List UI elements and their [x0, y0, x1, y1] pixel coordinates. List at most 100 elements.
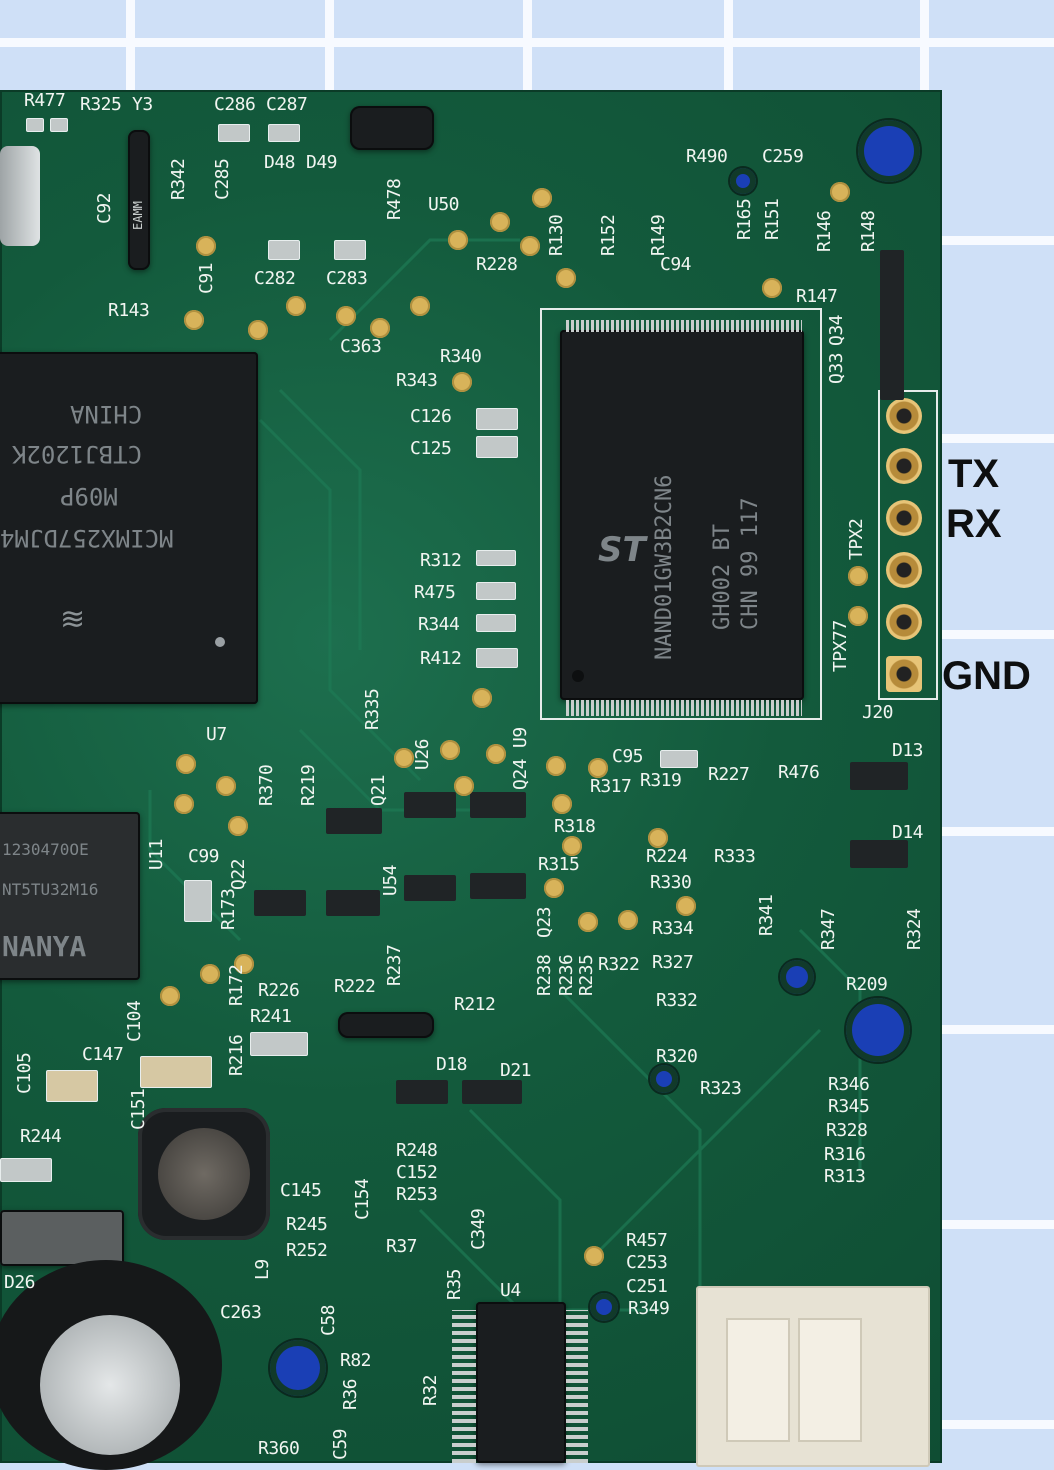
- silk-label: R236: [556, 954, 577, 996]
- header-outline: [878, 390, 938, 700]
- silk-label: R226: [258, 980, 300, 1001]
- silk-label: C263: [220, 1302, 262, 1323]
- photo-stage: CHINA CTBJ1202K M09P MCIMX257DJM4 ≋ NAND…: [0, 0, 1054, 1470]
- header-pin: [886, 552, 922, 588]
- via: [216, 776, 236, 796]
- via: [486, 744, 506, 764]
- inductor-core: [158, 1128, 250, 1220]
- smd-pad: [0, 1158, 52, 1182]
- logo-icon: ≋: [60, 602, 86, 637]
- silk-label: C287: [266, 94, 308, 115]
- silk-label: R349: [628, 1298, 670, 1319]
- silk-label: C145: [280, 1180, 322, 1201]
- silk-label: R323: [700, 1078, 742, 1099]
- silk-label: R327: [652, 952, 694, 973]
- dram-line: NANYA: [2, 930, 87, 963]
- silk-label: R345: [828, 1096, 870, 1117]
- smd-pad: [476, 550, 516, 566]
- silk-label: R228: [476, 254, 518, 275]
- via: [184, 310, 204, 330]
- via-hole: [590, 1293, 618, 1321]
- capacitor-top: [40, 1315, 180, 1455]
- header-pin: [886, 500, 922, 536]
- smd-pad: [660, 750, 698, 768]
- smd-pad: [268, 124, 300, 142]
- silk-label: R332: [656, 990, 698, 1011]
- silk-label: D26: [4, 1272, 36, 1293]
- silk-label: R343: [396, 370, 438, 391]
- silk-label: R342: [168, 158, 189, 200]
- via: [160, 986, 180, 1006]
- silk-label: C58: [318, 1304, 339, 1336]
- transistor: [470, 792, 526, 818]
- transistor: [396, 1080, 448, 1104]
- silk-label: R346: [828, 1074, 870, 1095]
- silk-label: C283: [326, 268, 368, 289]
- silk-label: R248: [396, 1140, 438, 1161]
- transistor: [404, 875, 456, 901]
- silk-label: R241: [250, 1006, 292, 1027]
- header-pin: [886, 604, 922, 640]
- via: [546, 756, 566, 776]
- silk-label: Q33: [826, 352, 847, 384]
- silk-label: R330: [650, 872, 692, 893]
- silk-label: R312: [420, 550, 462, 571]
- silk-label: D18: [436, 1054, 468, 1075]
- via: [520, 236, 540, 256]
- silk-label: R335: [362, 688, 383, 730]
- silk-label: R224: [646, 846, 688, 867]
- pin1-dot: [215, 637, 225, 647]
- silk-label: R475: [414, 582, 456, 603]
- silk-label: R316: [824, 1144, 866, 1165]
- via: [848, 606, 868, 626]
- silk-label: D49: [306, 152, 338, 173]
- silk-label: C91: [196, 262, 217, 294]
- diode: [350, 106, 434, 150]
- silk-label: R478: [384, 178, 405, 220]
- silk-label: C286: [214, 94, 256, 115]
- via: [532, 188, 552, 208]
- diode-large: [0, 1210, 124, 1266]
- smd-pad: [46, 1070, 98, 1102]
- silk-label: R245: [286, 1214, 328, 1235]
- u4-leads: [566, 1310, 588, 1463]
- via: [648, 828, 668, 848]
- tx-pin-label: TX: [948, 452, 1000, 496]
- silk-label: R219: [298, 764, 319, 806]
- smd-pad: [476, 582, 516, 600]
- via-hole: [730, 168, 756, 194]
- mounting-hole: [846, 998, 910, 1062]
- transistor: [850, 840, 908, 868]
- silk-label: R238: [534, 954, 555, 996]
- via: [618, 910, 638, 930]
- silk-label: R237: [384, 944, 405, 986]
- silk-label: R313: [824, 1166, 866, 1187]
- silk-label: C349: [468, 1208, 489, 1250]
- silk-label: R341: [756, 894, 777, 936]
- via-hole: [650, 1065, 678, 1093]
- via: [490, 212, 510, 232]
- silk-label: R235: [576, 954, 597, 996]
- silk-label: R340: [440, 346, 482, 367]
- cpu-chip: CHINA CTBJ1202K M09P MCIMX257DJM4 ≋: [0, 352, 258, 704]
- silk-label: R333: [714, 846, 756, 867]
- silk-label: R151: [762, 198, 783, 240]
- via: [228, 816, 248, 836]
- silk-label: R490: [686, 146, 728, 167]
- diode: [338, 1012, 434, 1038]
- silk-label: C92: [94, 192, 115, 224]
- mounting-hole: [858, 120, 920, 182]
- cpu-line: CHINA: [70, 400, 143, 428]
- smd-pad: [184, 880, 212, 922]
- smd-pad: [140, 1056, 212, 1088]
- smd-pad: [26, 118, 44, 132]
- silk-label: R36: [340, 1378, 361, 1410]
- mounting-hole: [270, 1340, 326, 1396]
- silk-label: Q34: [826, 314, 847, 346]
- silk-label: D14: [892, 822, 924, 843]
- rx-pin-label: RX: [946, 502, 1002, 546]
- silk-label: C104: [124, 1000, 145, 1042]
- silk-label: C251: [626, 1276, 668, 1297]
- via: [848, 566, 868, 586]
- silk-label: U11: [146, 838, 167, 870]
